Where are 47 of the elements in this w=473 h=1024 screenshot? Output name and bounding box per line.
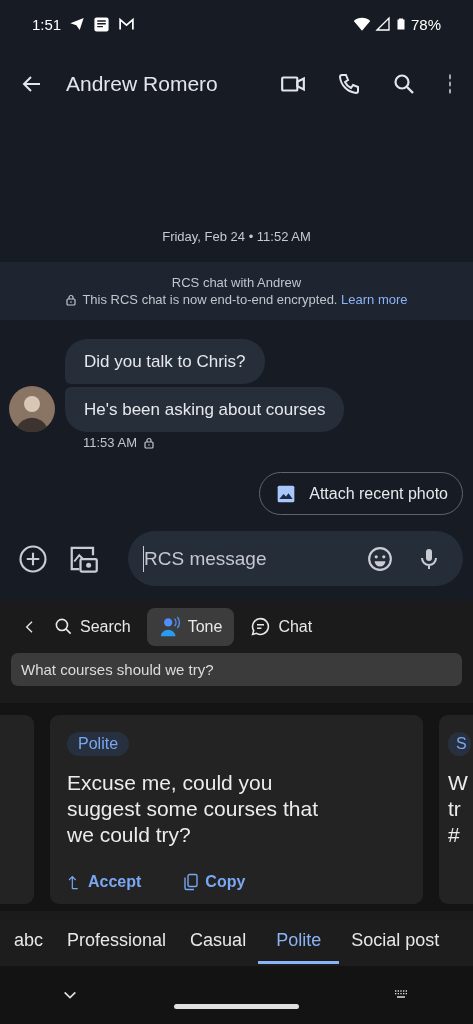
message-time: 11:53 AM xyxy=(83,435,137,450)
date-divider: Friday, Feb 24 • 11:52 AM xyxy=(162,228,311,246)
emoji-icon[interactable] xyxy=(367,545,393,572)
message-icon xyxy=(93,15,111,33)
image-icon xyxy=(276,483,297,504)
contact-name: Andrew Romero xyxy=(66,72,218,96)
tool-tab[interactable]: Chat xyxy=(238,607,325,646)
style-option[interactable]: Polite xyxy=(258,920,340,964)
encryption-notice: This RCS chat is now end-to-end encrypted. Learn more xyxy=(82,292,408,307)
text-cursor xyxy=(143,545,144,572)
style-option[interactable]: Casual xyxy=(178,920,259,964)
wifi-icon xyxy=(352,15,371,33)
suggestion-card[interactable]: S W tr # xyxy=(439,714,473,905)
style-option[interactable]: Professional xyxy=(55,920,179,964)
search-icon[interactable] xyxy=(392,72,416,96)
lock-icon xyxy=(65,293,78,306)
more-icon[interactable] xyxy=(447,73,453,95)
signal-icon xyxy=(374,16,391,32)
message-input[interactable]: RCS message xyxy=(144,547,343,570)
message-bubble[interactable]: Did you talk to Chris? xyxy=(65,339,265,384)
battery-level: 78% xyxy=(410,15,441,33)
learn-more-link[interactable]: Learn more xyxy=(341,292,408,307)
copy-icon xyxy=(182,872,201,893)
clock: 1:51 xyxy=(32,15,62,33)
avatar[interactable] xyxy=(9,386,55,432)
search-icon xyxy=(54,617,73,637)
home-handle[interactable] xyxy=(174,1004,299,1009)
style-option[interactable]: Social post xyxy=(339,920,452,964)
add-icon[interactable] xyxy=(18,543,48,574)
suggestion-card[interactable]: Polite Excuse me, could you suggest some courses that we could try? Accept Copy xyxy=(50,714,423,905)
lock-icon xyxy=(142,436,155,449)
prompt-field[interactable]: What courses should we try? xyxy=(11,652,462,686)
suggestion-text: W tr # xyxy=(448,769,469,848)
message-bubble[interactable]: He's been asking about courses xyxy=(65,387,345,432)
tone-tag: Polite xyxy=(67,731,130,756)
tool-tab[interactable]: Search xyxy=(42,607,143,646)
accept-button[interactable]: Accept xyxy=(67,872,142,893)
phone-icon[interactable] xyxy=(337,72,361,96)
paper-plane-icon xyxy=(69,16,86,32)
chat-bubble-icon xyxy=(250,616,272,638)
tone-tag: S xyxy=(448,731,471,756)
style-option[interactable]: abc xyxy=(2,920,56,964)
person-waves-icon xyxy=(158,615,181,638)
tool-tab[interactable]: Tone xyxy=(146,607,235,646)
suggestion-text: Excuse me, could you suggest some courses that we could try? xyxy=(67,769,319,848)
copy-button[interactable]: Copy xyxy=(182,872,246,893)
banner-title: RCS chat with Andrew xyxy=(171,275,302,290)
